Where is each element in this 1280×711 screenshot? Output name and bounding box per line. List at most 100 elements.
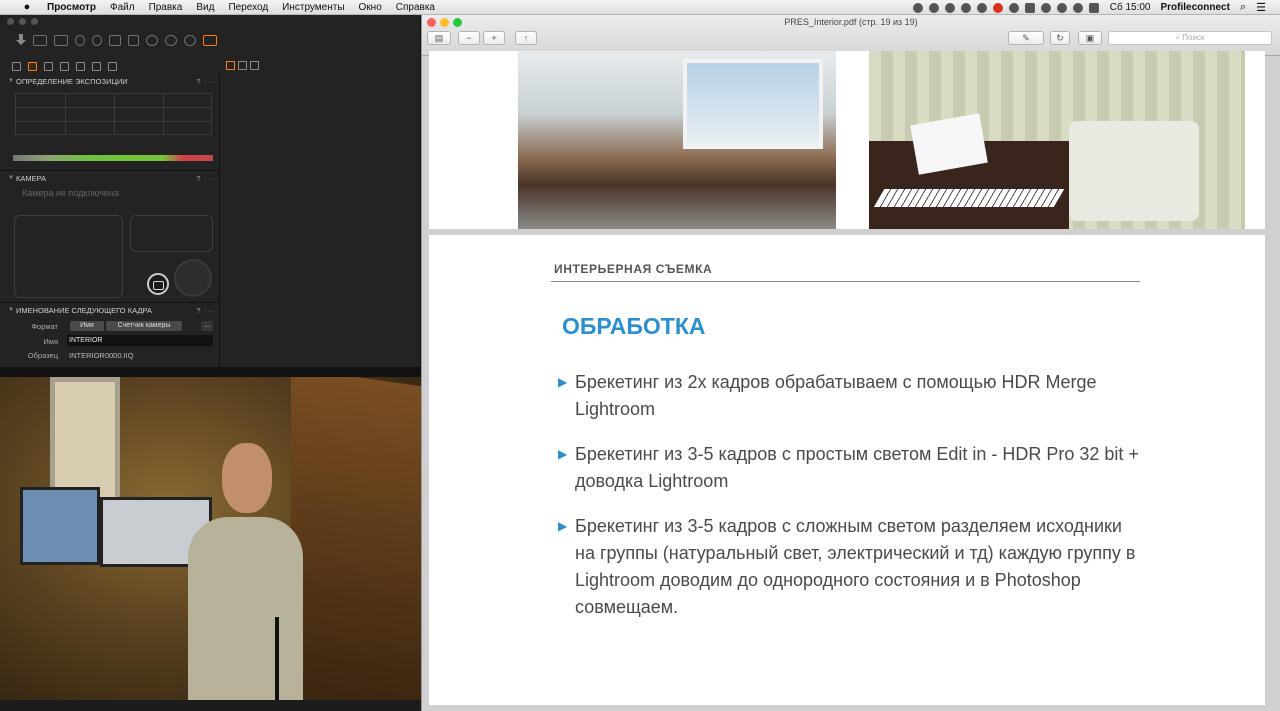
toolbox-icon[interactable]: ▣ [1078,31,1102,45]
status-icon-7[interactable] [1008,2,1019,13]
collapse-arrow-icon[interactable]: ▼ [8,307,16,313]
redo-icon[interactable] [165,34,177,46]
collapse-arrow-icon[interactable]: ▼ [8,78,16,84]
rotate-icon[interactable]: ↻ [1050,31,1070,45]
panel-header-naming[interactable]: ▼ ИМЕНОВАНИЕ СЛЕДУЮЩЕГО КАДРА ? ··· [8,304,215,316]
spotlight-icon[interactable]: ⌕ [1240,1,1246,14]
menu-window[interactable]: Окно [359,2,382,13]
slide-bullet: ▶ Брекетинг из 3-5 кадров с простым свет… [558,441,1143,495]
window-minimize-button[interactable] [19,18,26,25]
menu-file[interactable]: Файл [110,2,135,13]
photo-window [683,59,823,149]
name-label: Имя [43,337,58,346]
tab-library-icon[interactable] [12,61,21,71]
panel-header-camera[interactable]: ▼ КАМЕРА ? ··· [8,172,215,184]
status-icon-5[interactable] [976,2,987,13]
tab-focus-icon[interactable] [60,61,69,71]
format-token-counter[interactable]: Счетчик камеры [106,321,182,331]
camera-tool-icon[interactable] [33,34,47,46]
interior-photo-dining [518,51,836,229]
fullscreen-view-icon[interactable] [250,61,259,70]
status-area: Сб 15:00 Profileconnect ⌕ ☰ [910,0,1280,15]
video-presenter [188,517,303,700]
toolbar [16,32,217,48]
pdf-page-18 [429,51,1265,229]
menu-help[interactable]: Справка [396,2,435,13]
webcam-video [0,367,421,700]
format-token-name[interactable]: Имя [70,321,104,331]
photo-piano-keys [873,189,1065,207]
camera-preview-box [14,215,123,298]
window-close-button[interactable] [7,18,14,25]
share-icon[interactable]: ↑ [515,31,537,45]
copy-apply-icon[interactable] [203,34,217,46]
slide-section-title: ИНТЕРЬЕРНАЯ СЪЕМКА [554,262,713,276]
interior-photo-bedroom [869,51,1245,229]
tool-icon-5[interactable] [109,34,121,46]
zoom-in-icon[interactable]: + [483,31,505,45]
airplay-icon[interactable] [1024,2,1035,13]
panel-options[interactable]: ? ··· [196,306,215,315]
slide-divider [551,281,1140,282]
name-input[interactable]: INTERIOR [67,335,213,346]
search-input[interactable]: ⌕ Поиск [1108,31,1272,45]
sample-value: INTERIOR0000.IIQ [69,351,134,360]
panel-options[interactable]: ? ··· [196,174,215,183]
apple-menu-icon[interactable]: ● [20,1,34,13]
trash-icon[interactable] [128,34,139,46]
tool-icon-2[interactable] [54,34,68,46]
window-zoom-button[interactable] [31,18,38,25]
menubar: ● Просмотр Файл Правка Вид Переход Инстр… [0,0,1280,15]
single-view-icon[interactable] [238,61,247,70]
status-icon-2[interactable] [928,2,939,13]
rotate-right-icon[interactable] [92,34,102,46]
menubar-clock[interactable]: Сб 15:00 [1110,2,1151,13]
bullet-arrow-icon: ▶ [558,375,568,389]
menu-view[interactable]: Вид [196,2,214,13]
format-label: Формат [31,322,58,331]
bluetooth-icon[interactable] [1040,2,1051,13]
video-tripod [275,617,279,700]
menu-edit[interactable]: Правка [149,2,183,13]
undo-icon[interactable] [146,34,158,46]
sample-label: Образец [27,351,58,360]
import-icon[interactable] [16,34,26,46]
menu-tools[interactable]: Инструменты [282,2,344,13]
menubar-user[interactable]: Profileconnect [1160,2,1229,13]
status-icon-4[interactable] [960,2,971,13]
panel-header-exposure[interactable]: ▼ ОПРЕДЕЛЕНИЕ ЭКСПОЗИЦИИ ? ··· [8,75,215,87]
status-icon-6[interactable] [992,2,1003,13]
format-more-button[interactable]: ... [201,321,213,331]
status-icon-3[interactable] [944,2,955,13]
slide-heading: ОБРАБОТКА [562,313,706,339]
markup-pen-icon[interactable]: ✎ [1008,31,1044,45]
tab-lens-icon[interactable] [44,61,53,71]
redo-all-icon[interactable] [184,34,196,46]
bullet-arrow-icon: ▶ [558,519,568,533]
keyboard-flag-icon[interactable] [1088,2,1099,13]
tab-adjustments-icon[interactable] [108,61,117,71]
tool-column: ▼ ОПРЕДЕЛЕНИЕ ЭКСПОЗИЦИИ ? ··· ▼ КАМЕРА … [0,73,220,367]
notification-center-icon[interactable]: ☰ [1256,1,1266,14]
collapse-arrow-icon[interactable]: ▼ [8,175,16,181]
capture-window: ▼ ОПРЕДЕЛЕНИЕ ЭКСПОЗИЦИИ ? ··· ▼ КАМЕРА … [0,15,421,367]
rotate-left-icon[interactable] [75,34,85,46]
wifi-icon[interactable] [1056,2,1067,13]
camera-settings-box [130,215,213,252]
status-icon-1[interactable] [912,2,923,13]
volume-icon[interactable] [1072,2,1083,13]
preview-titlebar: PRES_Interior.pdf (стр. 19 из 19) ▤ − + … [422,15,1280,56]
live-view-camera-icon[interactable] [147,273,169,295]
sidebar-toggle-icon[interactable]: ▤ [427,31,451,45]
tab-crop-icon[interactable] [76,61,85,71]
menu-go[interactable]: Переход [228,2,268,13]
zoom-out-icon[interactable]: − [458,31,480,45]
pdf-page-19: ИНТЕРЬЕРНАЯ СЪЕМКА ОБРАБОТКА ▶ Брекетинг… [429,235,1265,705]
capture-shutter-button[interactable] [174,259,212,297]
slide-bullet: ▶ Брекетинг из 2х кадров обрабатываем с … [558,369,1143,423]
menu-app[interactable]: Просмотр [47,2,96,13]
tab-capture-icon[interactable] [28,61,37,71]
grid-view-icon[interactable] [226,61,235,70]
tab-settings-gear-icon[interactable] [92,61,101,71]
panel-options[interactable]: ? ··· [196,77,215,86]
